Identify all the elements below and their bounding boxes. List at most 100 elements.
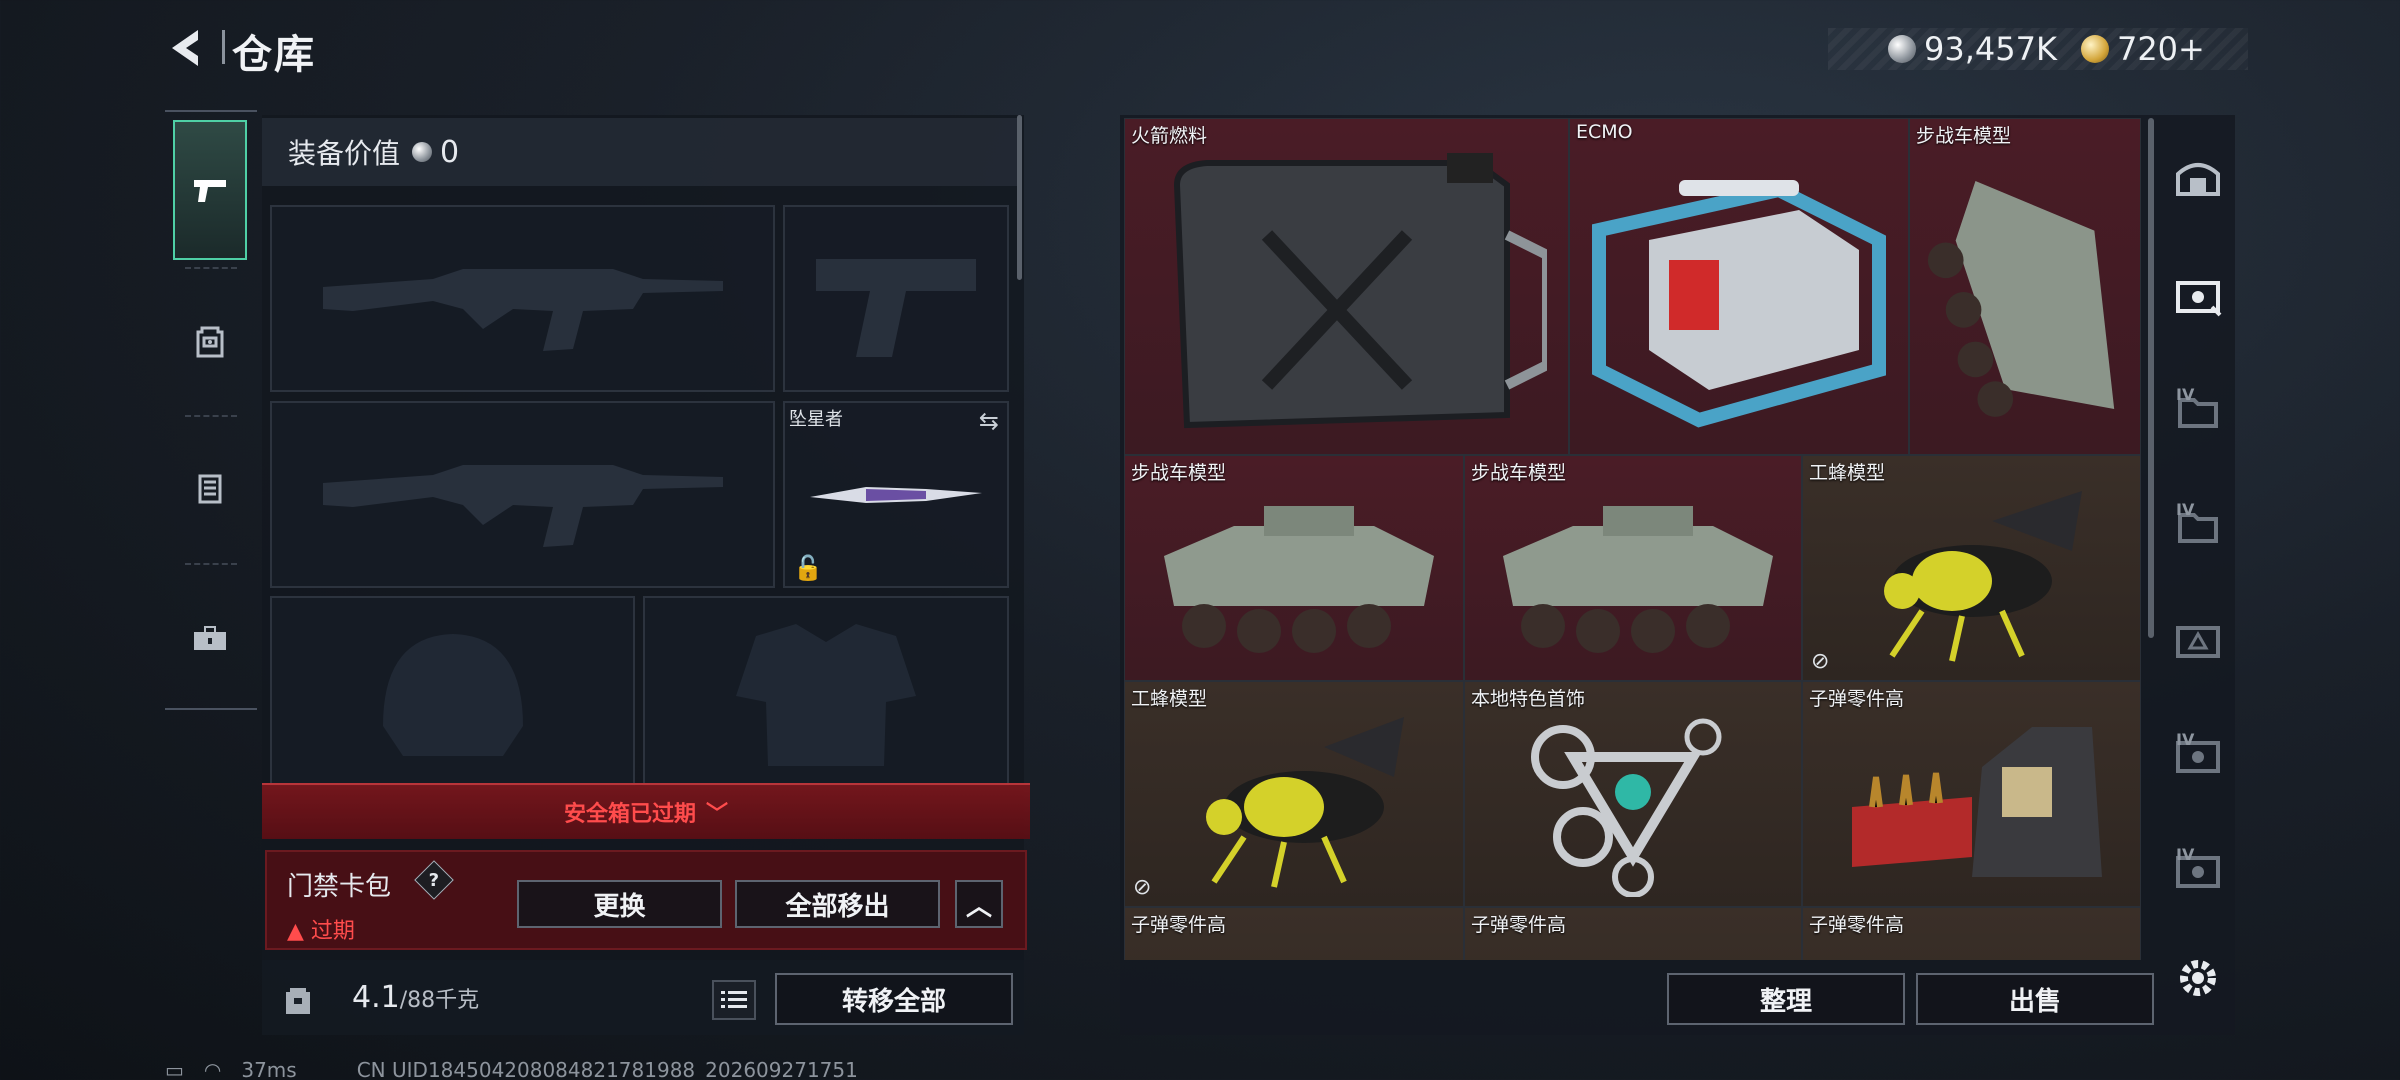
- replace-button[interactable]: 更换: [517, 880, 722, 928]
- jewelry-icon: [1531, 718, 1722, 897]
- helmet-silhouette-icon: [382, 634, 523, 756]
- stash-item[interactable]: ECMO: [1569, 118, 1909, 455]
- chevron-up-icon: ︿: [965, 891, 992, 922]
- stash-tab-5[interactable]: IV: [2168, 700, 2228, 810]
- jerrycan-icon: [1173, 152, 1547, 428]
- sort-button[interactable]: 整理: [1667, 973, 1905, 1025]
- stash-item[interactable]: 子弹零件高: [1802, 907, 2141, 960]
- ping-readout: 37ms: [241, 1058, 297, 1080]
- ifv-model-icon: [1927, 180, 2115, 417]
- stash-tab-6[interactable]: IV: [2168, 815, 2228, 925]
- stash-item[interactable]: 子弹零件高: [1802, 681, 2141, 907]
- stash-tab-1[interactable]: [2168, 240, 2228, 350]
- nav-toolbox[interactable]: [173, 566, 247, 706]
- armor-slot[interactable]: [643, 596, 1009, 786]
- melee-slot[interactable]: 坠星者 ⇆ 🔓: [783, 401, 1009, 588]
- page-title: 仓库: [232, 32, 316, 78]
- nav-backpack[interactable]: [173, 270, 247, 410]
- equip-value-bar: 装备价值 0: [262, 118, 1017, 186]
- pistol-icon: [194, 180, 226, 202]
- rifle-silhouette-icon: [322, 268, 723, 351]
- storage-home-icon: [2176, 163, 2220, 196]
- back-button[interactable]: [160, 22, 208, 74]
- stash-item[interactable]: 步战车模型: [1909, 118, 2141, 455]
- category-nav: [165, 110, 257, 710]
- safe-box-expired-banner[interactable]: 安全箱已过期 ﹀: [262, 783, 1030, 839]
- stash-tab-2[interactable]: IV: [2168, 355, 2228, 465]
- chest-rig-icon: [198, 474, 222, 504]
- equip-value-amount: 0: [440, 134, 460, 170]
- expired-status: ▲ 过期: [287, 919, 355, 944]
- ifv-model-icon: [1164, 506, 1434, 653]
- warning-icon: ▲: [287, 919, 304, 944]
- stash-item[interactable]: 火箭燃料: [1124, 118, 1569, 455]
- ecmo-machine-icon: [1592, 179, 1886, 427]
- stash-item[interactable]: 工蜂模型 ⊘: [1802, 455, 2141, 681]
- wasp-model-icon: [1883, 491, 2082, 662]
- stash-item[interactable]: 工蜂模型 ⊘: [1124, 681, 1464, 907]
- weight-capacity: /88千克: [399, 988, 480, 1013]
- armor-silhouette-icon: [736, 624, 916, 766]
- nav-divider: [185, 415, 237, 417]
- secondary-weapon-slot[interactable]: [270, 401, 775, 588]
- wasp-model-icon: [1206, 717, 1404, 888]
- wifi-icon: ◠: [203, 1058, 222, 1080]
- primary-weapon-slot[interactable]: [270, 205, 775, 392]
- status-bar: ▭ ◠ 37ms CN UID1845042080848217819​88_20…: [165, 1058, 858, 1080]
- list-view-button[interactable]: [712, 980, 756, 1020]
- chevron-down-icon: ﹀: [706, 802, 729, 827]
- bag-icon: [278, 978, 318, 1018]
- list-icon: [721, 991, 747, 1008]
- stash-item[interactable]: 子弹零件高: [1124, 907, 1464, 960]
- silver-currency-amount: 93,457K: [1924, 30, 2057, 68]
- battery-icon: ▭: [165, 1058, 184, 1080]
- weight-current: 4.1: [352, 980, 400, 1015]
- nav-weapons[interactable]: [173, 120, 247, 260]
- rifle-silhouette-icon: [322, 464, 723, 547]
- stash-item[interactable]: 本地特色首饰: [1464, 681, 1802, 907]
- silver-coin-icon: [412, 142, 433, 162]
- remove-all-button[interactable]: 全部移出: [735, 880, 940, 928]
- knife-icon: [810, 486, 982, 503]
- transfer-all-button[interactable]: 转移全部: [775, 973, 1013, 1025]
- container-icon: [2176, 626, 2220, 658]
- stash-tabs: IV IV IV IV: [2160, 115, 2235, 1035]
- no-equip-icon: ⊘: [1811, 649, 1830, 674]
- safe-box-status: 安全箱已过期: [563, 802, 696, 827]
- gear-icon: [2180, 960, 2216, 996]
- weight-readout: 4.1/88千克: [352, 980, 479, 1015]
- nav-divider: [185, 563, 237, 565]
- gold-currency-amount: 720+: [2116, 30, 2205, 68]
- stash-scrollbar[interactable]: [2148, 118, 2154, 638]
- stash-item[interactable]: 步战车模型: [1124, 455, 1464, 681]
- currency-bar: 93,457K 720+: [1828, 28, 2248, 70]
- pistol-silhouette-icon: [816, 258, 976, 357]
- title-separator: [222, 30, 225, 64]
- uid-readout: CN UID1845042080848217819​88_20260927175…: [356, 1058, 858, 1080]
- ammo-parts-icon: [1851, 727, 2102, 877]
- stash-tab-4[interactable]: [2168, 585, 2228, 695]
- no-equip-icon: ⊘: [1133, 875, 1152, 900]
- back-arrow-icon: [172, 30, 198, 66]
- stash-item[interactable]: 子弹零件高: [1464, 907, 1802, 960]
- stash-grid: 火箭燃料 ECMO 步战车模型 步战车模型 步战车模型 工蜂模型 ⊘ 工蜂模型 …: [1124, 118, 2141, 960]
- stash-item[interactable]: 步战车模型: [1464, 455, 1802, 681]
- collapse-button[interactable]: ︿: [955, 880, 1003, 928]
- card-pack-label: 门禁卡包: [287, 872, 392, 902]
- toolbox-icon: [194, 626, 226, 650]
- nav-divider: [185, 267, 237, 269]
- loadout-scrollbar[interactable]: [1017, 115, 1022, 280]
- helmet-slot[interactable]: [270, 596, 635, 786]
- nav-chest-rig[interactable]: [173, 418, 247, 558]
- sell-button[interactable]: 出售: [1916, 973, 2154, 1025]
- stash-tab-3[interactable]: IV: [2168, 470, 2228, 580]
- lock-icon: 🔓: [793, 554, 823, 582]
- container-icon: [2176, 281, 2222, 317]
- stash-tab-home[interactable]: [2168, 125, 2228, 235]
- equip-value-label: 装备价值: [288, 137, 401, 170]
- settings-button[interactable]: [2170, 950, 2226, 1006]
- silver-coin-icon: [1888, 35, 1916, 63]
- sidearm-slot[interactable]: [783, 205, 1009, 392]
- ifv-model-icon: [1503, 506, 1773, 653]
- backpack-icon: [196, 326, 224, 358]
